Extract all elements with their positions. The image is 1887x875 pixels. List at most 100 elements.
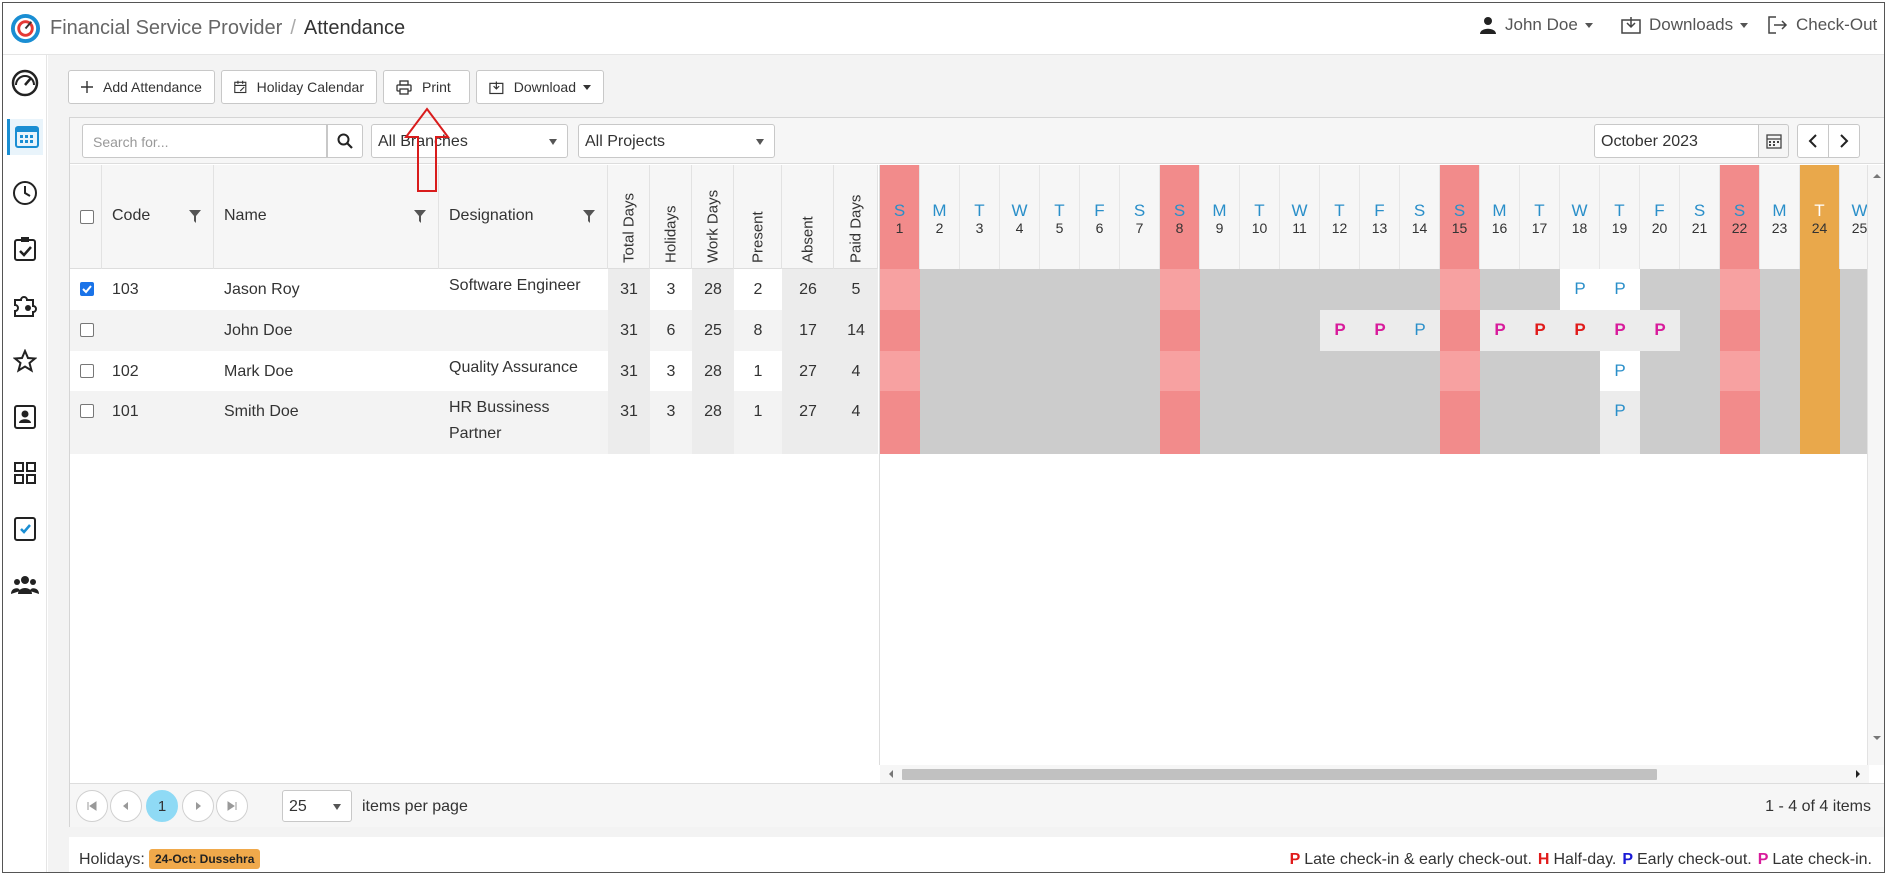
day-cell[interactable]: P — [1360, 310, 1400, 351]
column-work-days[interactable]: Work Days — [692, 165, 734, 269]
day-cell[interactable] — [1480, 351, 1520, 391]
search-input[interactable]: Search for... — [82, 124, 327, 158]
day-cell[interactable] — [880, 269, 920, 310]
day-cell[interactable] — [1320, 391, 1360, 454]
column-designation[interactable]: Designation — [439, 165, 608, 269]
day-cell[interactable] — [1040, 269, 1080, 310]
day-cell[interactable] — [1680, 269, 1720, 310]
day-cell[interactable] — [1120, 391, 1160, 454]
filter-icon[interactable] — [189, 210, 201, 223]
column-code[interactable]: Code — [102, 165, 214, 269]
filter-icon[interactable] — [583, 210, 595, 223]
day-cell[interactable] — [1240, 391, 1280, 454]
day-cell[interactable] — [1800, 391, 1840, 454]
column-holidays[interactable]: Holidays — [650, 165, 692, 269]
month-picker-button[interactable] — [1759, 124, 1789, 158]
day-cell[interactable]: P — [1600, 391, 1640, 454]
day-cell[interactable] — [1280, 269, 1320, 310]
day-cell[interactable]: P — [1600, 269, 1640, 310]
scroll-right-icon[interactable] — [1851, 765, 1865, 783]
day-cell[interactable] — [1120, 310, 1160, 351]
day-cell[interactable] — [1320, 351, 1360, 391]
day-cell[interactable]: P — [1320, 310, 1360, 351]
day-cell[interactable] — [1360, 391, 1400, 454]
app-logo-icon[interactable] — [10, 13, 41, 44]
day-cell[interactable] — [1000, 351, 1040, 391]
download-button[interactable]: Download — [476, 70, 604, 104]
day-cell[interactable] — [1480, 269, 1520, 310]
prev-month-button[interactable] — [1797, 124, 1829, 158]
checkout-menu[interactable]: Check-Out — [1768, 15, 1884, 35]
day-cell[interactable] — [1680, 310, 1720, 351]
column-paid-days[interactable]: Paid Days — [834, 165, 878, 269]
sidebar-item-tasks[interactable] — [7, 231, 43, 267]
day-cell[interactable] — [1080, 391, 1120, 454]
day-cell[interactable] — [1200, 310, 1240, 351]
day-cell[interactable] — [1080, 269, 1120, 310]
day-cell[interactable] — [1360, 269, 1400, 310]
day-cell[interactable] — [1160, 310, 1200, 351]
day-cell[interactable] — [1720, 391, 1760, 454]
last-page-button[interactable] — [216, 790, 248, 822]
day-cell[interactable] — [880, 351, 920, 391]
day-cell[interactable] — [1760, 351, 1800, 391]
day-cell[interactable] — [1760, 310, 1800, 351]
day-cell[interactable] — [1000, 391, 1040, 454]
branches-select[interactable]: All Branches — [371, 124, 568, 158]
day-cell[interactable] — [1040, 310, 1080, 351]
day-cell[interactable] — [1160, 351, 1200, 391]
day-cell[interactable] — [1080, 310, 1120, 351]
next-page-button[interactable] — [182, 790, 214, 822]
first-page-button[interactable] — [76, 790, 108, 822]
sidebar-item-team[interactable] — [7, 567, 43, 603]
day-cell[interactable] — [1640, 391, 1680, 454]
scroll-up-icon[interactable] — [1868, 169, 1885, 183]
column-absent[interactable]: Absent — [782, 165, 834, 269]
day-cell[interactable] — [1800, 310, 1840, 351]
sidebar-item-apps[interactable] — [7, 455, 43, 491]
sidebar-item-dashboard[interactable] — [7, 65, 43, 101]
day-cell[interactable] — [880, 310, 920, 351]
day-cell[interactable] — [960, 351, 1000, 391]
table-row[interactable]: 101 Smith Doe HR Bussiness Partner 31 3 28 1 27… — [70, 391, 878, 454]
day-cell[interactable] — [1760, 391, 1800, 454]
day-cell[interactable] — [1280, 391, 1320, 454]
breadcrumb-app[interactable]: Financial Service Provider — [50, 17, 282, 39]
day-cell[interactable] — [1560, 391, 1600, 454]
row-checkbox[interactable] — [80, 323, 94, 337]
user-menu[interactable]: John Doe — [1479, 15, 1593, 35]
day-cell[interactable] — [1200, 351, 1240, 391]
projects-select[interactable]: All Projects — [578, 124, 775, 158]
day-cell[interactable] — [1720, 351, 1760, 391]
print-button[interactable]: Print — [383, 70, 470, 104]
downloads-menu[interactable]: Downloads — [1621, 15, 1749, 35]
horizontal-scroll-thumb[interactable] — [902, 769, 1657, 780]
day-cell[interactable]: P — [1480, 310, 1520, 351]
day-cell[interactable] — [1080, 351, 1120, 391]
prev-page-button[interactable] — [110, 790, 142, 822]
day-cell[interactable] — [1520, 351, 1560, 391]
day-cell[interactable] — [1800, 351, 1840, 391]
day-cell[interactable] — [1360, 351, 1400, 391]
day-cell[interactable] — [1000, 310, 1040, 351]
day-cell[interactable] — [1680, 391, 1720, 454]
day-cell[interactable] — [1160, 269, 1200, 310]
day-cell[interactable] — [1120, 269, 1160, 310]
filter-icon[interactable] — [414, 210, 426, 223]
day-cell[interactable]: P — [1520, 310, 1560, 351]
day-cell[interactable] — [1440, 391, 1480, 454]
day-cell[interactable] — [1200, 391, 1240, 454]
day-cell[interactable] — [920, 351, 960, 391]
day-cell[interactable] — [1240, 310, 1280, 351]
day-cell[interactable]: P — [1600, 351, 1640, 391]
select-all-checkbox[interactable] — [80, 210, 94, 224]
day-cell[interactable] — [1280, 310, 1320, 351]
sidebar-item-attendance[interactable] — [7, 119, 43, 155]
next-month-button[interactable] — [1828, 124, 1860, 158]
row-checkbox[interactable] — [80, 282, 94, 296]
day-cell[interactable] — [1040, 351, 1080, 391]
day-cell[interactable] — [1720, 310, 1760, 351]
day-cell[interactable] — [1520, 391, 1560, 454]
day-cell[interactable] — [1760, 269, 1800, 310]
table-row[interactable]: 103 Jason Roy Software Engineer 31 3 28 2 26 5 — [70, 269, 878, 310]
